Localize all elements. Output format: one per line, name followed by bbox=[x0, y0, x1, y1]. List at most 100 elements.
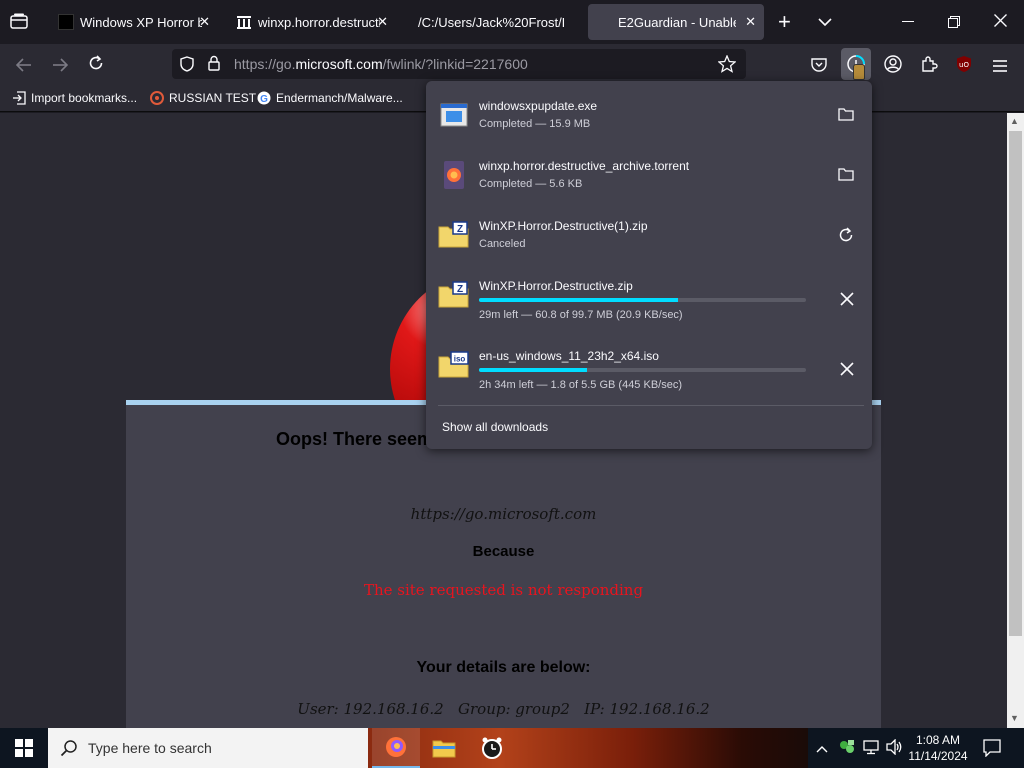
svg-text:uO: uO bbox=[959, 61, 969, 69]
bookmark-label: RUSSIAN TEST bbox=[169, 91, 257, 105]
firefox-icon bbox=[386, 737, 406, 757]
taskbar-search-box[interactable]: Type here to search bbox=[48, 728, 368, 768]
restore-button[interactable] bbox=[948, 15, 960, 33]
tab-title: /C:/Users/Jack%20Frost/Do bbox=[418, 14, 564, 30]
svg-text:Z: Z bbox=[457, 284, 463, 295]
alarm-clock-icon bbox=[482, 737, 502, 759]
file-explorer-icon bbox=[432, 740, 456, 758]
ethernet-icon[interactable] bbox=[863, 739, 879, 758]
start-button[interactable] bbox=[0, 728, 48, 768]
notification-center-icon[interactable] bbox=[983, 739, 1001, 760]
account-icon[interactable] bbox=[884, 55, 902, 78]
tab-title: winxp.horror.destructiv bbox=[258, 14, 380, 30]
navigation-toolbar: https://go.microsoft.com/fwlink/?linkid=… bbox=[0, 44, 1024, 84]
bookmark-russian-test[interactable]: RUSSIAN TEST bbox=[150, 91, 256, 105]
forward-arrow-icon[interactable] bbox=[52, 56, 69, 77]
bookmark-endermanch[interactable]: G Endermanch/Malware... bbox=[257, 91, 403, 105]
url-domain: microsoft.com bbox=[295, 56, 383, 72]
tab-strip: Windows XP Horror by ✕ winxp.horror.dest… bbox=[0, 0, 1024, 44]
lock-icon[interactable] bbox=[208, 55, 220, 76]
taskbar-alarm-clock[interactable] bbox=[468, 728, 516, 768]
download-filename: en-us_windows_11_23h2_x64.iso bbox=[479, 349, 659, 363]
cancel-icon[interactable] bbox=[840, 362, 854, 381]
download-item[interactable]: iso en-us_windows_11_23h2_x64.iso 2h 34m… bbox=[426, 335, 872, 395]
scroll-up-icon[interactable]: ▲ bbox=[1010, 116, 1019, 126]
download-item[interactable]: winxp.horror.destructive_archive.torrent… bbox=[426, 145, 872, 205]
retry-icon[interactable] bbox=[838, 227, 854, 248]
taskbar-firefox[interactable] bbox=[372, 728, 420, 768]
download-progress-bar bbox=[479, 298, 806, 302]
installer-icon bbox=[438, 99, 470, 131]
new-tab-button[interactable]: + bbox=[778, 9, 791, 35]
system-clock[interactable]: 1:08 AM 11/14/2024 bbox=[898, 732, 978, 764]
url-prefix: https://go. bbox=[234, 56, 296, 72]
tab-local-file[interactable]: /C:/Users/Jack%20Frost/Do bbox=[404, 4, 580, 40]
tab-e2guardian[interactable]: E2Guardian - Unable to ✕ bbox=[588, 4, 764, 40]
folder-icon[interactable] bbox=[838, 107, 854, 126]
downloads-panel: windowsxpupdate.exe Completed — 15.9 MB … bbox=[426, 81, 872, 449]
tab-list-icon[interactable] bbox=[10, 13, 28, 34]
show-all-downloads-button[interactable]: Show all downloads bbox=[442, 420, 548, 434]
import-icon bbox=[13, 91, 26, 105]
extensions-puzzle-icon[interactable] bbox=[920, 55, 938, 78]
downloads-button[interactable] bbox=[841, 48, 871, 80]
bookmark-label: Endermanch/Malware... bbox=[276, 91, 403, 105]
error-panel: Oops! There seem https://go.microsoft.co… bbox=[126, 400, 881, 728]
download-filename: WinXP.Horror.Destructive.zip bbox=[479, 279, 633, 293]
tab-title: Windows XP Horror by bbox=[80, 14, 202, 30]
mouse-cursor-icon bbox=[853, 64, 865, 80]
folder-icon[interactable] bbox=[838, 167, 854, 186]
clock-date: 11/14/2024 bbox=[908, 749, 968, 763]
scrollbar-thumb[interactable] bbox=[1009, 131, 1022, 636]
download-filename: windowsxpupdate.exe bbox=[479, 99, 598, 113]
address-bar[interactable]: https://go.microsoft.com/fwlink/?linkid=… bbox=[172, 49, 746, 79]
url-path: /fwlink/?linkid=2217600 bbox=[382, 56, 528, 72]
close-window-button[interactable] bbox=[994, 14, 1007, 32]
download-item[interactable]: windowsxpupdate.exe Completed — 15.9 MB bbox=[426, 85, 872, 145]
download-status: Completed — 5.6 KB bbox=[479, 178, 583, 190]
block-reason: The site requested is not responding bbox=[363, 581, 644, 599]
tab-winxp-archive[interactable]: winxp.horror.destructiv ✕ bbox=[226, 4, 396, 40]
download-status: 2h 34m left — 1.8 of 5.5 GB (445 KB/sec) bbox=[479, 379, 682, 391]
firefox-file-icon bbox=[438, 159, 470, 191]
because-label: Because bbox=[472, 543, 535, 560]
svg-text:Z: Z bbox=[457, 224, 463, 235]
minimize-button[interactable] bbox=[902, 21, 914, 22]
download-status: 29m left — 60.8 of 99.7 MB (20.9 KB/sec) bbox=[479, 309, 683, 321]
pocket-icon[interactable] bbox=[811, 56, 827, 77]
search-icon bbox=[60, 740, 77, 757]
taskbar-file-explorer[interactable] bbox=[420, 728, 468, 768]
black-square-favicon-icon bbox=[58, 14, 74, 30]
tracking-shield-icon[interactable] bbox=[180, 56, 194, 77]
close-tab-icon[interactable]: ✕ bbox=[745, 14, 756, 30]
russian-test-favicon-icon bbox=[150, 91, 164, 105]
close-tab-icon[interactable]: ✕ bbox=[199, 14, 210, 30]
iso-folder-icon: iso bbox=[438, 349, 470, 381]
divider bbox=[438, 405, 864, 406]
reload-icon[interactable] bbox=[88, 55, 104, 76]
bookmark-star-icon[interactable] bbox=[717, 54, 737, 78]
cancel-icon[interactable] bbox=[840, 292, 854, 311]
download-filename: WinXP.Horror.Destructive(1).zip bbox=[479, 219, 648, 233]
scroll-down-icon[interactable]: ▼ bbox=[1010, 713, 1019, 723]
user-details: User: 192.168.16.2 Group: group2 IP: 192… bbox=[297, 700, 710, 718]
google-g-icon: G bbox=[257, 91, 271, 105]
tab-windows-xp-horror[interactable]: Windows XP Horror by ✕ bbox=[48, 4, 218, 40]
archive-building-icon bbox=[236, 14, 252, 30]
download-progress-fill bbox=[479, 368, 587, 372]
network-clients-icon[interactable] bbox=[838, 738, 856, 759]
details-heading: Your details are below: bbox=[416, 659, 591, 676]
bookmark-import[interactable]: Import bookmarks... bbox=[12, 91, 137, 105]
hamburger-menu-icon[interactable] bbox=[992, 57, 1008, 78]
download-item[interactable]: Z WinXP.Horror.Destructive(1).zip Cancel… bbox=[426, 205, 872, 265]
page-scrollbar[interactable]: ▲ ▼ bbox=[1007, 113, 1024, 728]
download-progress-fill bbox=[479, 298, 679, 302]
close-tab-icon[interactable]: ✕ bbox=[377, 14, 388, 30]
blocked-url: https://go.microsoft.com bbox=[410, 505, 597, 523]
back-arrow-icon[interactable] bbox=[15, 56, 32, 77]
chevron-up-icon[interactable] bbox=[816, 741, 828, 756]
ublock-origin-icon[interactable]: uO bbox=[955, 55, 973, 78]
chevron-down-icon[interactable] bbox=[818, 14, 832, 32]
url-text[interactable]: https://go.microsoft.com/fwlink/?linkid=… bbox=[234, 56, 528, 72]
download-item[interactable]: Z WinXP.Horror.Destructive.zip 29m left … bbox=[426, 265, 872, 325]
